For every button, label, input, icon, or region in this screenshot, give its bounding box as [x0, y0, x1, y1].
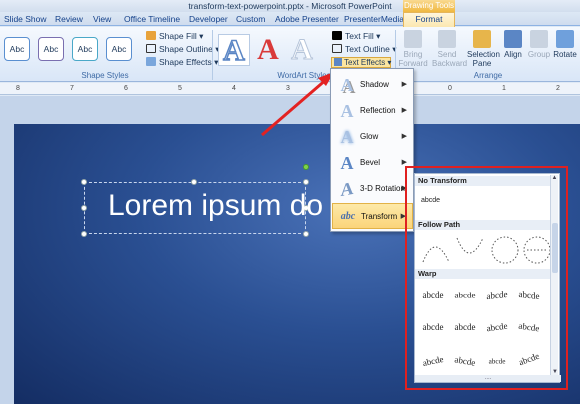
- shadow-a-icon: A: [340, 75, 354, 95]
- transform-abc-icon: abc: [340, 211, 356, 222]
- menu-item-reflection[interactable]: A Reflection ▶: [332, 98, 413, 124]
- menu-item-3d-rotation[interactable]: A 3-D Rotation ▶: [332, 176, 413, 202]
- reflection-a-icon: A: [340, 101, 354, 121]
- menu-item-glow[interactable]: A Glow ▶: [332, 124, 413, 150]
- glow-a-icon: A: [340, 127, 354, 147]
- menu-item-transform[interactable]: abc Transform ▶: [332, 203, 413, 229]
- annotation-highlight-frame: [405, 166, 568, 390]
- submenu-arrow-icon: ▶: [401, 159, 407, 166]
- submenu-arrow-icon: ▶: [401, 107, 407, 114]
- submenu-arrow-icon: ▶: [401, 133, 407, 140]
- rotation-3d-icon: A: [340, 177, 354, 201]
- menu-item-bevel[interactable]: A Bevel ▶: [332, 150, 413, 176]
- menu-item-shadow[interactable]: A Shadow ▶: [332, 72, 413, 98]
- text-effects-menu: A Shadow ▶ A Reflection ▶ A Glow ▶ A Bevel ▶…: [330, 68, 414, 232]
- bevel-a-icon: A: [340, 153, 354, 173]
- submenu-arrow-icon: ▶: [401, 81, 407, 88]
